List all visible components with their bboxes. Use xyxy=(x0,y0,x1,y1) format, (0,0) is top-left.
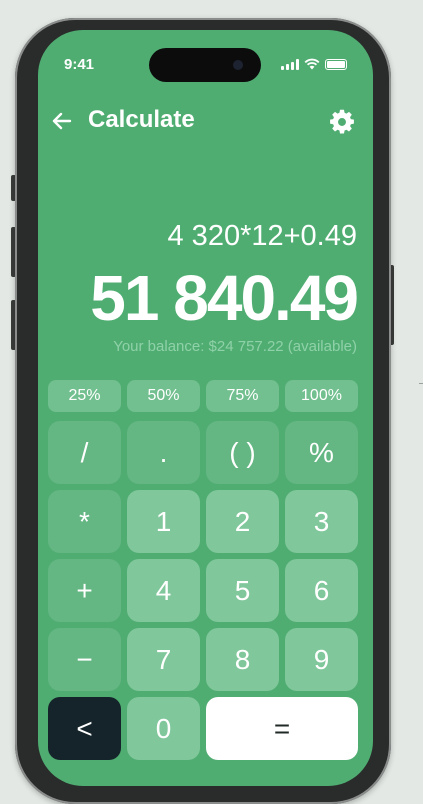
digit-4-key[interactable]: 4 xyxy=(127,559,200,622)
signal-icon xyxy=(281,59,299,70)
percent-100-button[interactable]: 100% xyxy=(285,380,358,412)
status-time: 9:41 xyxy=(64,56,95,73)
percent-key[interactable]: % xyxy=(285,421,358,484)
multiply-key[interactable]: * xyxy=(48,490,121,553)
gear-icon[interactable] xyxy=(328,108,356,136)
digit-5-key[interactable]: 5 xyxy=(206,559,279,622)
divide-key[interactable]: / xyxy=(48,421,121,484)
percent-75-button[interactable]: 75% xyxy=(206,380,279,412)
decimal-key[interactable]: . xyxy=(127,421,200,484)
expression-display: 4 320*12+0.49 xyxy=(167,220,358,252)
backspace-key[interactable]: < xyxy=(48,697,121,760)
app-screen: 9:41 Calculate 4 320*12+0.49 51 840.49 Y… xyxy=(38,30,373,786)
balance-text: Your balance: $24 757.22 (available) xyxy=(113,338,357,355)
equals-key[interactable]: = xyxy=(206,697,358,760)
digit-6-key[interactable]: 6 xyxy=(285,559,358,622)
wifi-icon xyxy=(304,58,320,70)
digit-8-key[interactable]: 8 xyxy=(206,628,279,691)
page-title: Calculate xyxy=(88,106,195,133)
background-line xyxy=(419,383,423,384)
minus-key[interactable]: − xyxy=(48,628,121,691)
digit-3-key[interactable]: 3 xyxy=(285,490,358,553)
plus-key[interactable]: + xyxy=(48,559,121,622)
result-display: 51 840.49 xyxy=(90,262,359,334)
digit-7-key[interactable]: 7 xyxy=(127,628,200,691)
battery-icon xyxy=(325,59,347,70)
digit-0-key[interactable]: 0 xyxy=(127,697,200,760)
digit-2-key[interactable]: 2 xyxy=(206,490,279,553)
digit-9-key[interactable]: 9 xyxy=(285,628,358,691)
arrow-left-icon[interactable] xyxy=(50,109,74,133)
percent-25-button[interactable]: 25% xyxy=(48,380,121,412)
percent-50-button[interactable]: 50% xyxy=(127,380,200,412)
digit-1-key[interactable]: 1 xyxy=(127,490,200,553)
camera-icon xyxy=(233,60,243,70)
parentheses-key[interactable]: ( ) xyxy=(206,421,279,484)
dynamic-island xyxy=(149,48,261,82)
status-icons xyxy=(281,58,347,70)
